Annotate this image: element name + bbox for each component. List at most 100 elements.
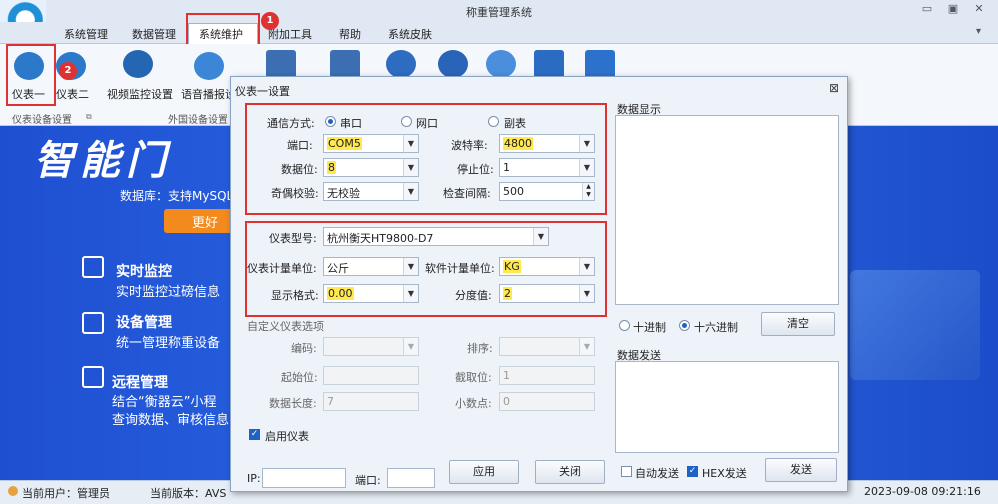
menu-system-management[interactable]: 系统管理 [64, 26, 108, 42]
cctv-icon[interactable] [534, 50, 564, 78]
dialog-close-icon[interactable]: ⊠ [829, 81, 839, 95]
feature-title-monitor: 实时监控 [116, 264, 172, 280]
format-value: 0.00 [327, 287, 354, 300]
radio-decimal-label[interactable]: 十进制 [633, 319, 666, 335]
menu-help[interactable]: 帮助 [339, 26, 361, 42]
start-input [323, 366, 419, 385]
meter-unit-select[interactable]: 公斤 ▼ [323, 257, 419, 276]
menu-system-skin[interactable]: 系统皮肤 [388, 26, 432, 42]
port-value: COM5 [327, 137, 362, 150]
chevron-down-icon: ▼ [403, 258, 418, 275]
form-icon[interactable] [330, 50, 360, 78]
chevron-down-icon: ▼ [403, 135, 418, 152]
feature-desc-device: 统一管理称重设备 [116, 336, 221, 351]
app-title: 称重管理系统 [466, 6, 532, 19]
spinner-arrows-icon[interactable]: ▲ ▼ [582, 183, 594, 200]
status-version: 当前版本：AVS [150, 487, 227, 500]
radio-serial[interactable] [325, 116, 336, 127]
meter-two-button[interactable]: 仪表二 [56, 86, 89, 102]
stopbits-select[interactable]: 1 ▼ [499, 158, 595, 177]
voice-broadcast-button[interactable]: 语音播报设 [181, 86, 236, 102]
radio-network-label[interactable]: 网口 [416, 115, 438, 131]
display-icon[interactable] [266, 50, 296, 78]
plc-icon[interactable] [585, 50, 615, 78]
chevron-down-icon: ▼ [533, 228, 548, 245]
minimize-icon[interactable]: ▭ [918, 2, 936, 18]
interval-spinner[interactable]: 500 ▲ ▼ [499, 182, 595, 201]
enable-meter-checkbox[interactable]: ✓ [249, 429, 260, 440]
radio-secondary-label[interactable]: 副表 [504, 115, 526, 131]
camera-settings-icon[interactable] [123, 50, 153, 78]
device-icon [82, 312, 104, 334]
user-icon [8, 486, 18, 496]
port-label: 端口: [287, 139, 313, 152]
parity-label: 奇偶校验: [271, 187, 319, 200]
radio-hex-label[interactable]: 十六进制 [694, 319, 738, 335]
status-user: 当前用户：管理员 [22, 487, 110, 500]
format-label: 显示格式: [271, 289, 319, 302]
close-button[interactable]: 关闭 [535, 460, 605, 484]
code-select: ▼ [323, 337, 419, 356]
ip-input[interactable] [262, 468, 346, 488]
group-expand-icon[interactable]: ⧉ [86, 112, 92, 122]
clear-button[interactable]: 清空 [761, 312, 835, 336]
hex-send-label[interactable]: HEX发送 [702, 465, 747, 481]
hex-send-checkbox[interactable]: ✓ [687, 466, 698, 477]
video-monitor-settings-button[interactable]: 视频监控设置 [107, 86, 173, 102]
radio-secondary[interactable] [488, 116, 499, 127]
wireless-icon[interactable] [486, 50, 516, 78]
custom-options-label: 自定义仪表选项 [247, 320, 324, 333]
dport-input[interactable] [387, 468, 435, 488]
step-badge-1: 1 [261, 12, 279, 30]
dport-label: 端口: [355, 474, 381, 487]
feature-desc-remote: 结合“衡器云”小程 [112, 395, 217, 410]
feature-title-remote: 远程管理 [112, 375, 168, 391]
soft-unit-select[interactable]: KG ▼ [499, 257, 595, 276]
code-label: 编码: [291, 342, 317, 355]
model-value: 杭州衡天HT9800-D7 [327, 232, 434, 245]
division-select[interactable]: 2 ▼ [499, 284, 595, 303]
databits-select[interactable]: 8 ▼ [323, 158, 419, 177]
auto-send-label[interactable]: 自动发送 [635, 465, 679, 481]
money-bag-icon[interactable] [438, 50, 468, 78]
ribbon-collapse-icon[interactable]: ▾ [976, 26, 981, 37]
group-label-meter: 仪表设备设置 [12, 115, 72, 126]
gears-icon[interactable] [386, 50, 416, 78]
databits-label: 数据位: [281, 163, 318, 176]
enable-meter-label[interactable]: 启用仪表 [265, 428, 309, 444]
send-button[interactable]: 发送 [765, 458, 837, 482]
apply-button[interactable]: 应用 [449, 460, 519, 484]
feature-desc-monitor: 实时监控过磅信息 [116, 285, 221, 300]
format-select[interactable]: 0.00 ▼ [323, 284, 419, 303]
maximize-icon[interactable]: ▣ [944, 2, 962, 18]
cut-label: 截取位: [455, 371, 492, 384]
radio-serial-label[interactable]: 串口 [340, 115, 362, 131]
radio-hex[interactable] [679, 320, 690, 331]
decimal-value: 0 [503, 395, 510, 408]
remote-icon [82, 366, 104, 388]
stopbits-label: 停止位: [457, 163, 494, 176]
parity-select[interactable]: 无校验 ▼ [323, 182, 419, 201]
highlight-menu [186, 13, 260, 46]
sort-select: ▼ [499, 337, 595, 356]
data-display-area[interactable] [615, 115, 839, 305]
data-send-area[interactable] [615, 361, 839, 453]
model-label: 仪表型号: [269, 232, 317, 245]
radio-network[interactable] [401, 116, 412, 127]
speaker-icon[interactable] [194, 52, 224, 80]
group-label-external: 外国设备设置 [168, 115, 228, 126]
port-select[interactable]: COM5 ▼ [323, 134, 419, 153]
meter-unit-value: 公斤 [327, 262, 349, 275]
chevron-down-icon: ▼ [579, 135, 594, 152]
more-button[interactable]: 更好 [164, 209, 234, 233]
close-icon[interactable]: ✕ [970, 2, 988, 18]
step-badge-2: 2 [59, 62, 77, 80]
auto-send-checkbox[interactable] [621, 466, 632, 477]
menu-data-management[interactable]: 数据管理 [132, 26, 176, 42]
radio-decimal[interactable] [619, 320, 630, 331]
baud-select[interactable]: 4800 ▼ [499, 134, 595, 153]
model-select[interactable]: 杭州衡天HT9800-D7 ▼ [323, 227, 549, 246]
cut-value: 1 [503, 369, 510, 382]
chevron-down-icon: ▼ [403, 285, 418, 302]
length-input: 7 [323, 392, 419, 411]
